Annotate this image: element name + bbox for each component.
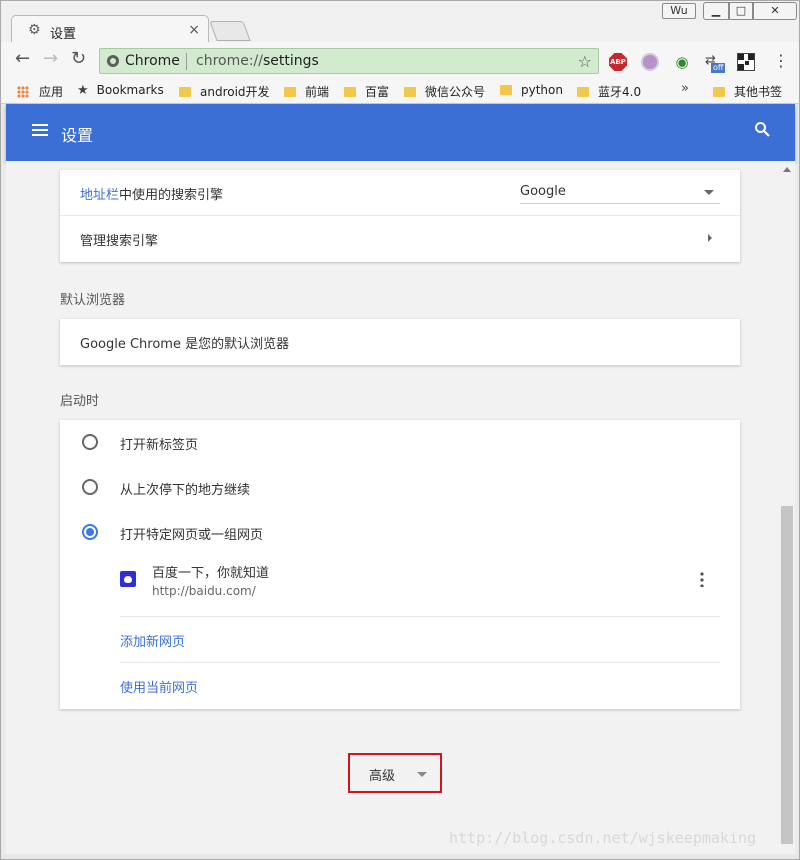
more-vert-icon[interactable] — [700, 571, 704, 587]
bookmark-star-icon[interactable]: ☆ — [578, 52, 592, 71]
scrollbar-thumb[interactable] — [781, 506, 793, 844]
page-title: 设置 — [61, 126, 94, 145]
adblock-extension-icon[interactable]: ABP — [609, 53, 627, 71]
startup-page-title: 百度一下，你就知道 — [152, 566, 270, 581]
use-current-row: 使用当前网页 — [120, 663, 720, 709]
radio-label: 从上次停下的地方继续 — [120, 483, 251, 498]
startup-page-entry: 百度一下，你就知道 http://baidu.com/ — [120, 555, 720, 617]
menu-icon[interactable] — [32, 124, 48, 137]
close-window-button[interactable]: ✕ — [753, 2, 797, 20]
use-current-pages-link[interactable]: 使用当前网页 — [120, 677, 198, 696]
folder-icon — [179, 87, 191, 97]
startup-page-url: http://baidu.com/ — [152, 584, 256, 598]
radio-button[interactable] — [82, 434, 98, 450]
manage-search-engines-label: 管理搜索引擎 — [80, 234, 159, 249]
folder-icon — [713, 87, 725, 97]
bookmark-python[interactable]: python — [500, 83, 563, 97]
folder-icon — [500, 85, 512, 95]
gear-icon: ⚙ — [28, 22, 41, 38]
startup-option-new-tab[interactable]: 打开新标签页 — [60, 420, 740, 465]
tab-title: 设置 — [50, 27, 77, 42]
settings-header: 设置 — [6, 104, 795, 161]
purple-extension-icon[interactable] — [641, 53, 659, 71]
chrome-menu-icon[interactable]: ⋮ — [773, 52, 789, 70]
browser-toolbar: ← → ↻ Chrome chrome://settings ☆ ABP ◉ ⇄… — [0, 42, 800, 78]
bookmarks-overflow-icon[interactable]: » — [681, 81, 689, 96]
chevron-right-icon — [708, 234, 712, 242]
bookmark-apps[interactable]: 应用 — [17, 83, 63, 100]
default-browser-status: Google Chrome 是您的默认浏览器 — [80, 337, 290, 352]
search-engine-value: Google — [520, 184, 566, 199]
apps-grid-icon — [17, 86, 29, 98]
search-engine-card: 地址栏中使用的搜索引擎 Google 管理搜索引擎 — [60, 170, 740, 262]
address-bar[interactable]: Chrome chrome://settings ☆ — [99, 48, 599, 74]
folder-icon — [404, 87, 416, 97]
tab-close-icon[interactable]: × — [188, 22, 200, 38]
maximize-button[interactable]: □ — [729, 2, 753, 20]
baidu-paw-icon — [120, 571, 136, 587]
radio-label: 打开新标签页 — [120, 438, 199, 453]
startup-option-specific-pages[interactable]: 打开特定网页或一组网页 — [60, 510, 740, 555]
add-page-link[interactable]: 添加新网页 — [120, 631, 185, 650]
star-icon: ★ — [77, 83, 89, 98]
off-badge: off — [711, 63, 726, 73]
chrome-site-icon — [107, 55, 119, 67]
settings-content: 地址栏中使用的搜索引擎 Google 管理搜索引擎 默认浏览器 Google C… — [6, 161, 779, 854]
bookmark-bookmarks[interactable]: ★ Bookmarks — [77, 83, 164, 98]
startup-option-continue[interactable]: 从上次停下的地方继续 — [60, 465, 740, 510]
chevron-down-icon — [704, 190, 714, 195]
qr-code-extension-icon[interactable] — [737, 53, 755, 71]
radio-button[interactable] — [82, 479, 98, 495]
address-url[interactable]: chrome://settings — [196, 53, 319, 69]
chevron-down-icon — [417, 772, 427, 777]
minimize-button[interactable]: ▁ — [703, 2, 729, 20]
default-browser-heading: 默认浏览器 — [60, 293, 126, 308]
bookmark-other[interactable]: 其他书签 — [713, 83, 782, 100]
startup-heading: 启动时 — [60, 394, 100, 409]
forward-icon[interactable]: → — [43, 50, 58, 68]
bookmark-wechat[interactable]: 微信公众号 — [404, 83, 485, 100]
scroll-up-icon[interactable] — [783, 167, 791, 172]
reload-icon[interactable]: ↻ — [71, 50, 86, 68]
folder-icon — [577, 87, 589, 97]
default-browser-row: Google Chrome 是您的默认浏览器 — [60, 319, 740, 365]
advanced-button[interactable]: 高级 — [348, 753, 442, 793]
watermark: http://blog.csdn.net/wjskeepmaking — [449, 829, 757, 847]
advanced-label: 高级 — [369, 769, 396, 784]
back-icon[interactable]: ← — [15, 50, 30, 68]
eye-extension-icon[interactable]: ◉ — [673, 53, 691, 71]
search-engine-select[interactable]: Google — [520, 182, 720, 204]
search-engine-row: 地址栏中使用的搜索引擎 Google — [60, 170, 740, 216]
folder-icon — [284, 87, 296, 97]
manage-search-engines-row[interactable]: 管理搜索引擎 — [60, 216, 740, 262]
bookmark-bluetooth[interactable]: 蓝牙4.0 — [577, 83, 641, 100]
folder-icon — [344, 87, 356, 97]
bookmark-baifu[interactable]: 百富 — [344, 83, 389, 100]
radio-button-selected[interactable] — [82, 524, 98, 540]
search-icon[interactable] — [754, 121, 770, 137]
default-browser-card: Google Chrome 是您的默认浏览器 — [60, 319, 740, 365]
bookmark-frontend[interactable]: 前端 — [284, 83, 329, 100]
window-frame-bottom — [0, 854, 800, 860]
new-tab-button[interactable] — [209, 21, 251, 41]
window-frame-right — [795, 104, 800, 854]
site-name: Chrome — [125, 53, 180, 69]
window-titlebar: ⚙ 设置 × Wu ▁ □ ✕ — [0, 0, 800, 45]
bookmark-android[interactable]: android开发 — [179, 83, 270, 100]
radio-label: 打开特定网页或一组网页 — [120, 528, 264, 543]
proxy-extension-icon[interactable]: ⇄ off — [705, 53, 726, 73]
search-engine-label: 地址栏中使用的搜索引擎 — [80, 188, 224, 203]
add-page-row: 添加新网页 — [120, 617, 720, 663]
scrollbar[interactable] — [779, 161, 795, 854]
tab-settings[interactable]: ⚙ 设置 × — [11, 15, 209, 45]
address-divider — [186, 53, 187, 70]
bookmarks-bar: 应用 ★ Bookmarks android开发 前端 百富 微信公众号 pyth… — [0, 78, 800, 104]
startup-card: 打开新标签页 从上次停下的地方继续 打开特定网页或一组网页 百度一下，你就知道 … — [60, 420, 740, 709]
profile-button[interactable]: Wu — [662, 3, 696, 19]
address-bar-link[interactable]: 地址栏 — [80, 188, 119, 203]
